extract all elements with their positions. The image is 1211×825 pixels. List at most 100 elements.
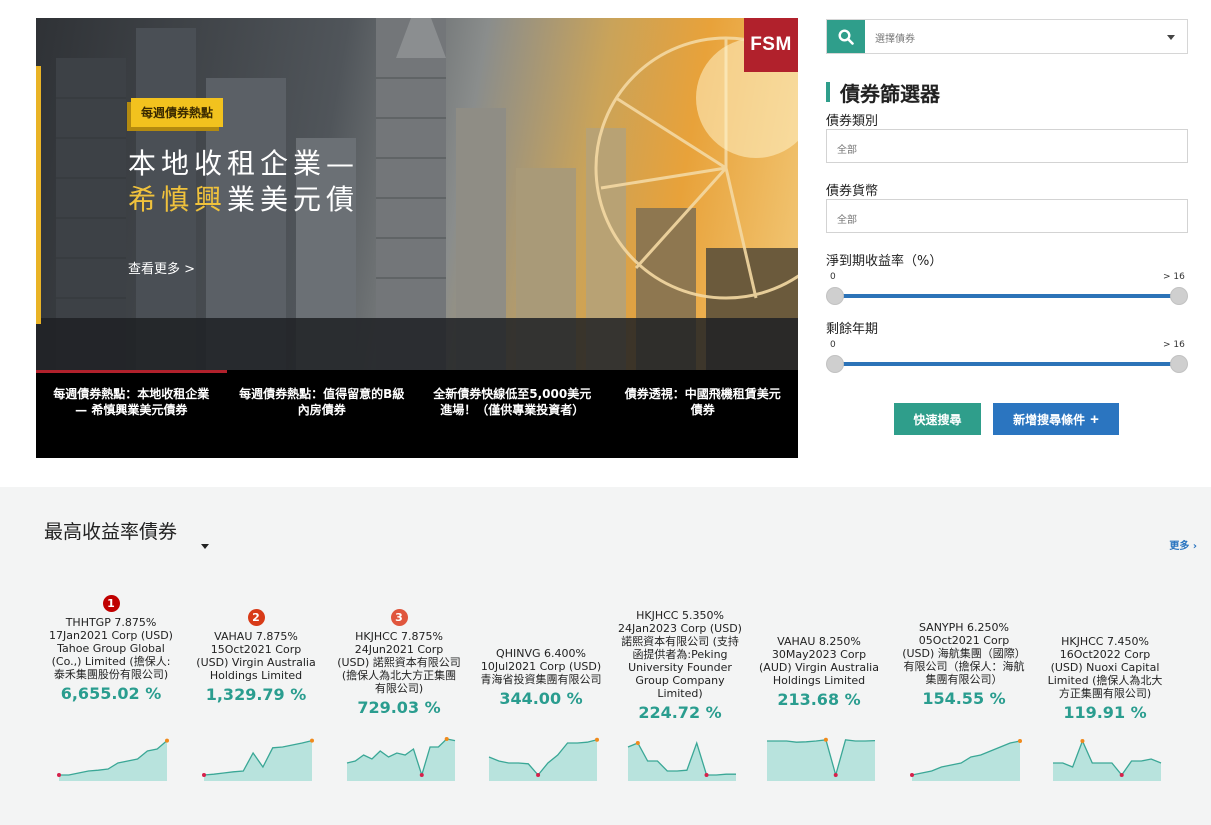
section-title[interactable]: 最高收益率債券 [44,517,177,544]
bond-currency-label: 債券貨幣 [826,184,879,199]
sparkline-min-point [833,773,838,777]
sparkline-max-point [1018,739,1022,743]
bond-card[interactable]: 2 VAHAU 7.875% 15Oct2021 Corp (USD) Virgi… [194,609,318,704]
search-icon [838,28,854,45]
ytm-slider-track[interactable] [834,294,1180,298]
bond-card[interactable]: HKJHCC 5.350% 24Jan2023 Corp (USD) 諾熙資本有… [618,609,742,722]
sparkline-max-point [310,738,314,743]
sparkline-min-point [202,773,206,777]
filter-title: 債券篩選器 [826,78,940,107]
sparkline-max-point [595,737,599,742]
tenor-label: 剩餘年期 [826,322,879,337]
sparkline-area [912,741,1020,781]
tenor-max: > 16 [1163,340,1185,350]
sparkline-area [489,739,597,781]
top-yield-section: 最高收益率債券 更多 › 1 THHTGP 7.875% 17Jan2021 Co… [0,487,1211,825]
bond-name[interactable]: QHINVG 6.400% 10Jul2021 Corp (USD) 青海省投資… [479,647,603,686]
sparkline-max-point [1080,739,1085,743]
bond-name[interactable]: VAHAU 8.250% 30May2023 Corp (AUD) Virgin… [757,635,881,687]
chevron-down-icon[interactable] [201,544,209,549]
hero-title-line2: 希慎興業美元債 [128,178,359,218]
hero-accent-bar [36,66,41,324]
hero-nav-item-3[interactable]: 全新債券快線低至5,000美元進場！（僅供專業投資者） [417,370,608,458]
sparkline-max-point [165,738,169,743]
bond-card[interactable]: 3 HKJHCC 7.875% 24Jun2021 Corp (USD) 諾熙資本… [337,609,461,717]
more-link-label: 更多 [1169,541,1190,552]
bond-card[interactable]: 1 THHTGP 7.875% 17Jan2021 Corp (USD) Taho… [49,595,173,703]
hero-nav-item-2[interactable]: 每週債券熱點：值得留意的B級內房債券 [227,370,418,458]
tenor-min: 0 [830,340,836,350]
tenor-slider-max-handle[interactable] [1170,355,1188,373]
sparkline-min-point [910,773,914,777]
search-placeholder: 選擇債券 [875,34,915,45]
yield-sparkline [488,737,599,781]
bond-yield: 6,655.02 % [60,684,162,703]
sparkline-area [59,740,167,781]
yield-sparkline [767,737,876,781]
bond-card[interactable]: SANYPH 6.250% 05Oct2021 Corp (USD) 海航集團（… [902,621,1026,708]
more-link[interactable]: 更多 › [1169,537,1197,552]
bond-type-select[interactable]: 全部 [826,129,1188,163]
yield-sparkline [57,738,169,781]
chevron-down-icon [1167,35,1175,40]
hero-tag: 每週債券熱點 [131,98,224,127]
hero-nav: 每週債券熱點：本地收租企業 — 希慎興業美元債券 每週債券熱點：值得留意的B級內… [36,370,798,458]
bond-search-select[interactable]: 選擇債券 [826,19,1188,54]
tenor-slider-track[interactable] [834,362,1180,366]
bond-name[interactable]: VAHAU 7.875% 15Oct2021 Corp (USD) Virgin… [194,630,318,682]
bond-yield: 729.03 % [357,698,441,717]
bond-currency-select[interactable]: 全部 [826,199,1188,233]
bond-card[interactable]: QHINVG 6.400% 10Jul2021 Corp (USD) 青海省投資… [479,647,603,708]
sparkline-max-point [444,737,449,741]
hero-banner[interactable]: FSM 每週債券熱點 本地收租企業— 希慎興業美元債 查看更多 > 每週債券熱點… [36,18,798,458]
yield-sparkline [1053,739,1162,781]
bond-type-label: 債券類別 [826,114,879,129]
sparkline-min-point [704,773,709,777]
bond-card[interactable]: HKJHCC 7.450% 16Oct2022 Corp (USD) Nuoxi… [1043,635,1167,722]
sparkline-min-point [1119,773,1124,777]
sparkline-min-point [57,773,61,777]
yield-sparkline [202,738,314,781]
hero-title-part-c: 美元債 [260,183,360,216]
hero-title-part-a: 希慎興 [128,183,228,216]
bond-yield: 344.00 % [499,689,583,708]
rank-badge: 2 [247,609,265,626]
add-condition-label: 新增搜尋條件 [1013,412,1086,427]
sparkline-min-point [536,773,541,777]
yield-sparkline [910,739,1022,781]
rank-badge: 3 [390,609,408,626]
tenor-slider-min-handle[interactable] [826,355,844,373]
fsm-logo: FSM [744,18,798,72]
ytm-label: 淨到期收益率（%） [826,254,943,269]
hero-more-link[interactable]: 查看更多 > [128,258,195,277]
sparkline-max-point [635,741,640,745]
bond-yield: 1,329.79 % [205,685,307,704]
bond-name[interactable]: THHTGP 7.875% 17Jan2021 Corp (USD) Tahoe… [49,616,173,681]
bond-name[interactable]: HKJHCC 7.875% 24Jun2021 Corp (USD) 諾熙資本有… [337,630,461,695]
sparkline-min-point [419,773,424,777]
hero-nav-item-1[interactable]: 每週債券熱點：本地收租企業 — 希慎興業美元債券 [36,370,227,458]
bond-yield: 119.91 % [1063,703,1147,722]
hero-nav-item-4[interactable]: 債券透視：中國飛機租賃美元債券 [608,370,799,458]
quick-search-button[interactable]: 快速搜尋 [894,403,981,435]
yield-sparkline [346,737,456,781]
ytm-slider-max-handle[interactable] [1170,287,1188,305]
bond-name[interactable]: SANYPH 6.250% 05Oct2021 Corp (USD) 海航集團（… [902,621,1026,686]
yield-sparkline [627,740,736,781]
ytm-max: > 16 [1163,272,1185,282]
search-button[interactable] [827,20,865,53]
add-condition-button[interactable]: 新增搜尋條件 + [993,403,1119,435]
bond-card[interactable]: VAHAU 8.250% 30May2023 Corp (AUD) Virgin… [757,635,881,709]
sparkline-area [767,739,875,781]
bond-yield: 154.55 % [922,689,1006,708]
bond-name[interactable]: HKJHCC 5.350% 24Jan2023 Corp (USD) 諾熙資本有… [618,609,742,700]
hero-title-part-b: 業 [227,183,261,216]
ytm-min: 0 [830,272,836,282]
sparkline-area [347,739,455,781]
plus-icon: + [1090,410,1099,428]
bond-name[interactable]: HKJHCC 7.450% 16Oct2022 Corp (USD) Nuoxi… [1043,635,1167,700]
sparkline-area [1053,741,1161,781]
ytm-slider-min-handle[interactable] [826,287,844,305]
hero-image: FSM 每週債券熱點 本地收租企業— 希慎興業美元債 查看更多 > [36,18,798,370]
bond-yield: 213.68 % [777,690,861,709]
